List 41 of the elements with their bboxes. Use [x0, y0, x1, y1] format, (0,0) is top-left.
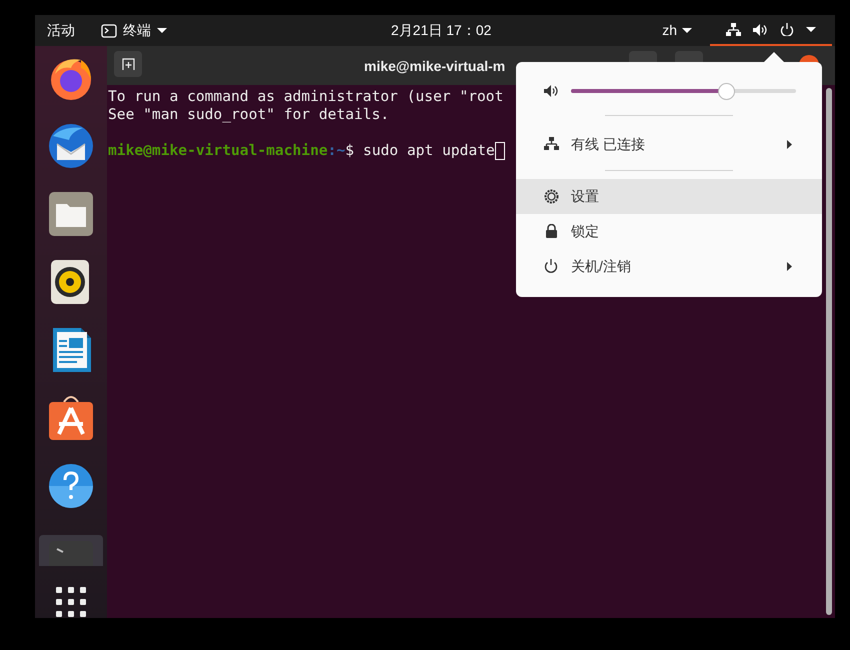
- speaker-icon: [544, 85, 559, 97]
- submenu-arrow-icon: [787, 140, 792, 149]
- network-icon: [544, 137, 559, 152]
- input-method-button[interactable]: zh: [660, 15, 694, 46]
- prompt-symbol: $: [345, 142, 354, 160]
- network-icon: [726, 23, 741, 36]
- app-menu-button[interactable]: 终端: [101, 15, 167, 46]
- output-line: See "man sudo_root" for details.: [108, 106, 390, 124]
- gear-icon: [544, 189, 559, 204]
- output-line: To run a command as administrator (user "root: [108, 88, 504, 106]
- prompt-user: mike@mike-virtual-machine: [108, 142, 328, 160]
- help-icon[interactable]: [47, 462, 95, 510]
- new-tab-button[interactable]: [114, 51, 142, 77]
- activities-button[interactable]: 活动: [35, 15, 87, 46]
- prompt-path: :~: [328, 142, 346, 160]
- menu-item[interactable]: 锁定: [516, 214, 822, 249]
- caret-icon: [682, 28, 692, 33]
- volume-slider[interactable]: [571, 82, 796, 100]
- terminal-icon: [101, 24, 117, 38]
- plus-icon: [122, 58, 134, 70]
- caret-icon: [806, 27, 816, 32]
- scrollbar[interactable]: [826, 88, 832, 615]
- power-icon: [780, 23, 794, 36]
- clock[interactable]: 2月21日 17：02: [391, 15, 492, 46]
- text-cursor: [494, 142, 505, 160]
- menu-item[interactable]: 设置: [516, 179, 822, 214]
- app-grid-icon[interactable]: [56, 587, 86, 617]
- command-text: sudo apt update: [363, 142, 495, 160]
- menu-item[interactable]: 关机/注销: [516, 249, 822, 284]
- slider-thumb[interactable]: [718, 82, 736, 100]
- caret-icon: [157, 28, 167, 33]
- power-icon: [544, 259, 559, 274]
- window-title: mike@mike-virtual-m: [364, 57, 506, 76]
- terminal-icon: [47, 539, 95, 566]
- folder-icon[interactable]: [47, 190, 95, 238]
- bird-envelope-icon[interactable]: [47, 122, 95, 170]
- speaker-icon: [753, 24, 768, 36]
- menu-item[interactable]: 有线 已连接: [516, 127, 822, 162]
- submenu-arrow-icon: [787, 262, 792, 271]
- shopping-bag-icon[interactable]: [47, 394, 95, 442]
- lock-icon: [544, 224, 559, 239]
